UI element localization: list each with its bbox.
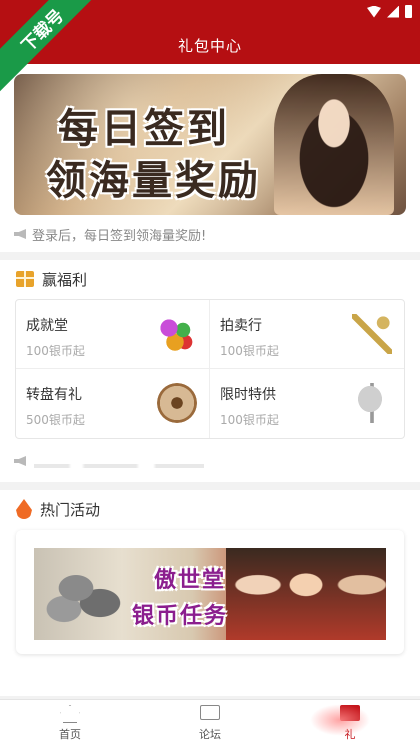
tab-gifts[interactable]: 礼 (280, 700, 420, 746)
speaker-icon (14, 456, 26, 466)
signin-notice: 登录后，每日签到领海量奖励! (14, 224, 206, 244)
activity-banner[interactable]: 傲世堂 银币任务 (34, 548, 386, 640)
welfare-item-achievement[interactable]: 成就堂 100银币起 (16, 300, 210, 369)
activity-card[interactable]: 傲世堂 银币任务 (16, 530, 404, 654)
title-bar: 礼包中心 (0, 26, 420, 64)
banner-headline-1: 每日签到 (58, 106, 230, 152)
welfare-grid: 成就堂 100银币起 拍卖行 100银币起 转盘有礼 500银币起 限时特供 1… (15, 299, 405, 439)
welfare-section: 赢福利 成就堂 100银币起 拍卖行 100银币起 转盘有礼 500银币起 限时… (0, 260, 420, 482)
welfare-item-name: 限时特供 (220, 387, 276, 403)
wheel-icon (157, 383, 197, 423)
wifi-icon (367, 5, 381, 18)
banner-character (274, 74, 394, 215)
welfare-item-name: 拍卖行 (220, 318, 262, 334)
faded-notice-text (34, 464, 204, 468)
welfare-item-price: 100银币起 (26, 344, 85, 358)
silver-coins-art (44, 564, 124, 624)
banner-headline-2: 领海量奖励 (46, 158, 261, 204)
forum-icon (200, 705, 220, 720)
hot-activities-section: 热门活动 傲世堂 银币任务 (0, 490, 420, 696)
signin-banner[interactable]: 每日签到 领海量奖励 (14, 74, 406, 215)
speaker-icon (14, 229, 26, 239)
tab-forum[interactable]: 论坛 (140, 700, 280, 746)
page-title: 礼包中心 (177, 36, 242, 55)
tab-label: 首页 (59, 728, 81, 741)
activity-title-2: 银币任务 (132, 604, 229, 629)
signin-section: 每日签到 领海量奖励 登录后，每日签到领海量奖励! (0, 64, 420, 252)
hot-header: 热门活动 (16, 498, 100, 520)
activity-characters (226, 548, 386, 640)
fire-icon (16, 499, 32, 519)
welfare-item-price: 100银币起 (220, 413, 279, 427)
welfare-item-name: 成就堂 (26, 318, 68, 334)
welfare-item-name: 转盘有礼 (26, 387, 82, 403)
signal-icon (387, 5, 399, 18)
satellite-dish-icon (352, 383, 392, 423)
welfare-item-price: 100银币起 (220, 344, 279, 358)
activity-title-1: 傲世堂 (154, 568, 227, 593)
tab-label: 论坛 (199, 728, 221, 741)
notice-text: 登录后，每日签到领海量奖励! (32, 228, 207, 244)
status-icons (367, 5, 412, 18)
gems-icon (157, 314, 197, 354)
tab-home[interactable]: 首页 (0, 700, 140, 746)
bottom-tab-bar: 首页 论坛 礼 (0, 699, 420, 746)
welfare-header: 赢福利 (16, 268, 87, 290)
welfare-item-price: 500银币起 (26, 413, 85, 427)
welfare-item-limited[interactable]: 限时特供 100银币起 (210, 369, 404, 438)
gift-icon (340, 705, 360, 721)
hot-title: 热门活动 (40, 500, 101, 519)
tab-label: 礼 (344, 728, 356, 741)
welfare-title: 赢福利 (42, 270, 88, 289)
faded-notice (14, 450, 214, 472)
key-icon (352, 314, 392, 354)
welfare-item-auction[interactable]: 拍卖行 100银币起 (210, 300, 404, 369)
gift-icon (16, 271, 34, 287)
welfare-item-wheel[interactable]: 转盘有礼 500银币起 (16, 369, 210, 438)
battery-icon (405, 5, 412, 18)
home-icon (60, 705, 80, 723)
